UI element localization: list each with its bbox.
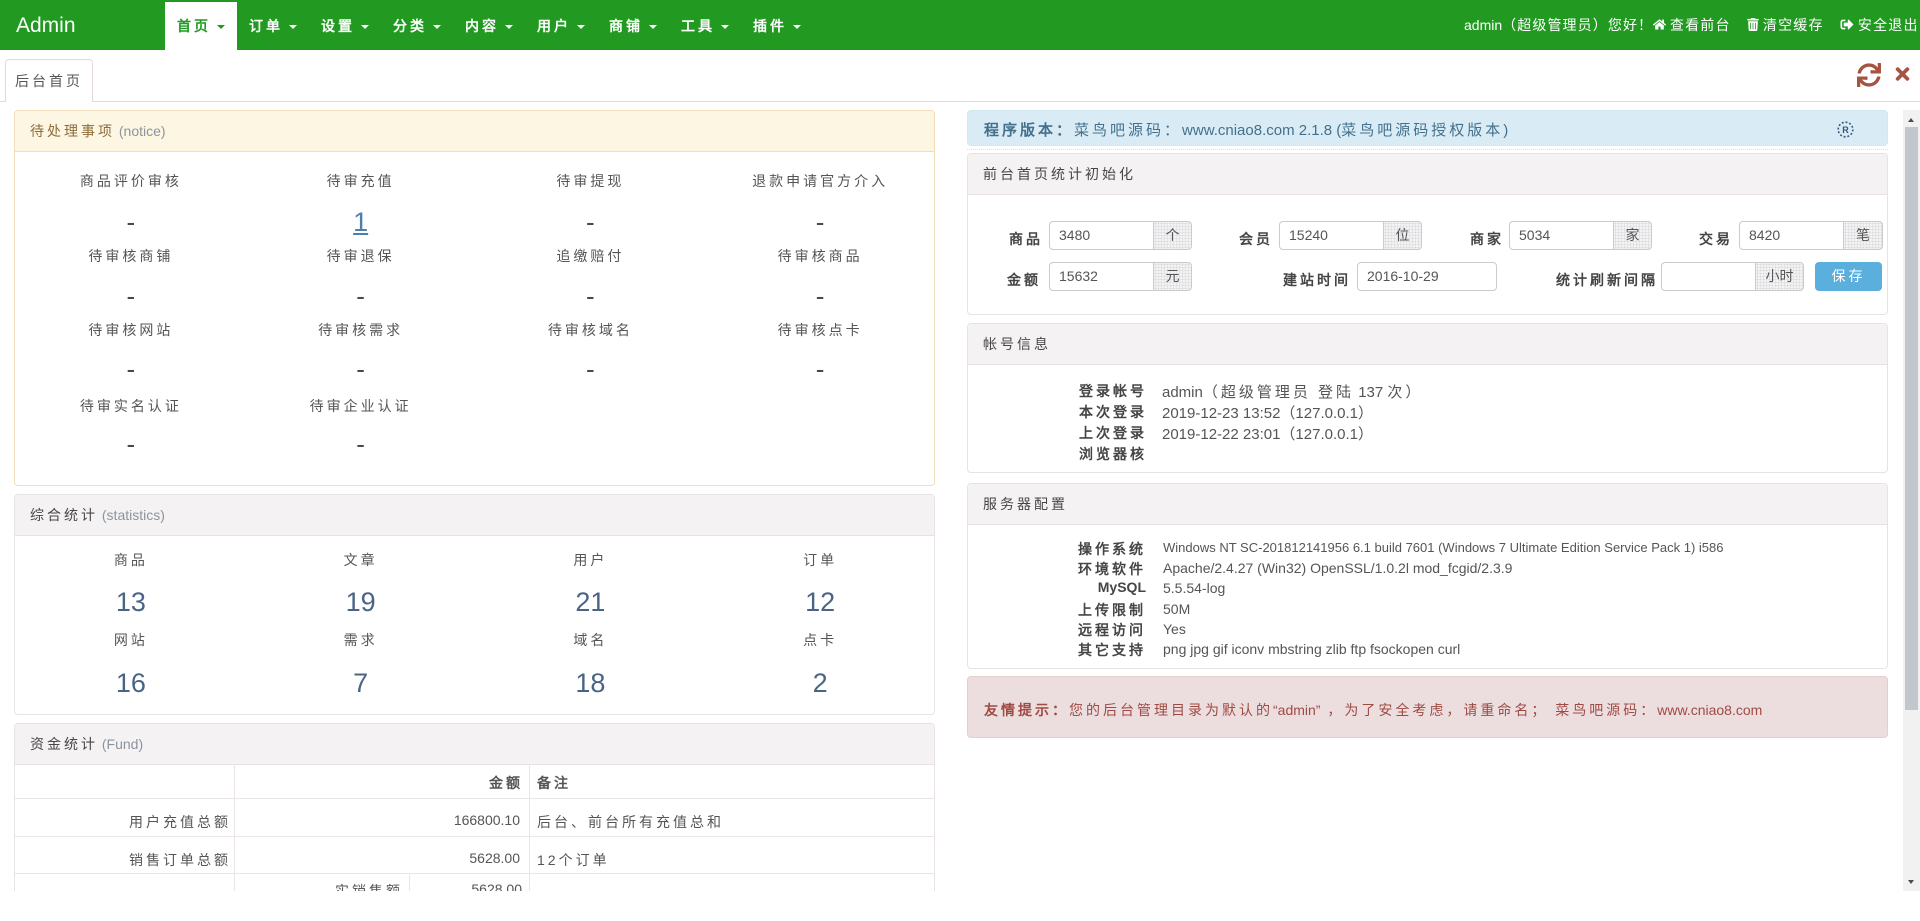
- svg-text:R: R: [1842, 125, 1849, 135]
